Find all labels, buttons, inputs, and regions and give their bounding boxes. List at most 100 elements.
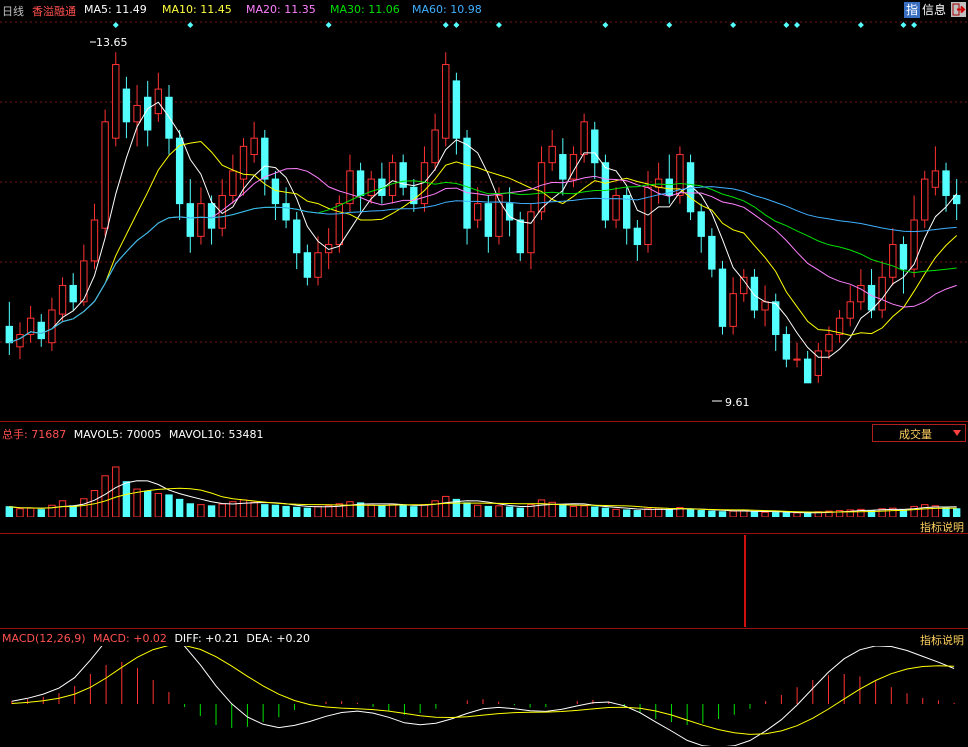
volume-bar: [718, 511, 727, 517]
candle: [718, 268, 727, 327]
volume-bar: [899, 509, 908, 517]
price-chart[interactable]: [0, 0, 968, 420]
volume-bar: [580, 505, 588, 517]
candle: [112, 64, 120, 139]
candle: [803, 358, 812, 384]
volume-bar: [750, 511, 759, 517]
candle: [750, 276, 759, 311]
volume-bar: [37, 509, 45, 517]
volume-chart[interactable]: [0, 422, 968, 517]
candle: [846, 301, 854, 319]
macd-header: MACD(12,26,9) MACD: +0.02 DIFF: +0.21 DE…: [2, 632, 310, 645]
signal-diamond: [453, 22, 460, 28]
volume-bar: [505, 506, 514, 517]
volume-bar: [729, 510, 737, 517]
mavol5-line: [9, 480, 957, 514]
candle: [442, 64, 450, 139]
candle: [229, 170, 237, 196]
volume-bar: [782, 512, 791, 517]
volume-bar: [772, 512, 780, 517]
candle: [931, 170, 940, 188]
volume-bar: [484, 505, 493, 517]
signal-diamond: [602, 22, 609, 28]
volume-bar: [495, 505, 503, 517]
volume-bar: [186, 503, 194, 517]
candle: [144, 96, 152, 131]
candle: [825, 334, 833, 352]
candle: [867, 284, 876, 311]
candle: [250, 137, 258, 156]
mavol10-line: [9, 487, 957, 513]
candle: [122, 88, 131, 123]
volume-bar: [952, 508, 961, 517]
volume-bar: [367, 504, 375, 517]
signal-diamond: [783, 22, 790, 28]
volume-bar: [708, 510, 716, 517]
volume-bar: [80, 498, 88, 517]
candle: [431, 129, 439, 164]
candle: [527, 211, 535, 254]
volume-bar: [761, 511, 769, 517]
volume-bar: [633, 510, 642, 517]
signal-diamond: [911, 22, 918, 28]
volume-bar: [442, 495, 450, 517]
signal-diamond: [112, 22, 119, 28]
volume-bar: [516, 507, 524, 517]
candle: [154, 88, 163, 115]
volume-bar: [218, 503, 226, 517]
volume-bar: [175, 498, 184, 517]
candle: [644, 186, 652, 246]
volume-bar: [559, 504, 567, 517]
candle: [58, 284, 67, 315]
volume-bar: [697, 510, 705, 517]
volume-bar: [388, 503, 397, 517]
candle: [889, 244, 897, 278]
signal-diamond: [857, 22, 864, 28]
candle: [346, 170, 354, 205]
volume-bar: [165, 494, 173, 517]
candle: [899, 244, 908, 270]
candle: [335, 203, 343, 246]
candle: [548, 145, 556, 164]
ma20-line: [9, 167, 957, 344]
candle: [186, 203, 194, 237]
candle: [580, 121, 588, 156]
candle: [623, 194, 631, 229]
volume-bar: [293, 506, 301, 517]
macd-chart[interactable]: [0, 646, 968, 746]
divider: [0, 628, 968, 629]
diff-value: DIFF: +0.21: [174, 632, 239, 645]
signal-diamond: [794, 22, 801, 28]
signal-diamond: [325, 22, 332, 28]
candle: [473, 203, 482, 221]
candle: [293, 219, 301, 254]
candle: [761, 301, 769, 311]
volume-bar: [144, 490, 152, 517]
volume-bar: [612, 508, 620, 517]
low-price-label: 9.61: [725, 396, 750, 409]
candle: [90, 219, 99, 262]
volume-bar: [261, 504, 269, 517]
volume-bar: [601, 507, 610, 517]
volume-bar: [303, 507, 312, 517]
divider: [0, 533, 968, 534]
candle: [633, 227, 642, 246]
candle: [133, 104, 141, 123]
volume-bar: [239, 499, 248, 517]
volume-bar: [569, 505, 578, 517]
volume-bar: [644, 508, 652, 517]
volume-bar: [112, 466, 120, 517]
volume-bar: [324, 505, 333, 517]
candle: [261, 137, 269, 180]
candle: [591, 129, 599, 164]
candle: [516, 219, 524, 254]
candle: [729, 293, 737, 327]
candle: [910, 219, 918, 270]
candle: [452, 80, 461, 139]
volume-bar: [665, 508, 673, 517]
candle: [942, 170, 950, 196]
volume-bar: [473, 504, 482, 517]
candle: [654, 178, 663, 188]
volume-bar: [793, 512, 801, 517]
ma10-line: [9, 140, 958, 344]
